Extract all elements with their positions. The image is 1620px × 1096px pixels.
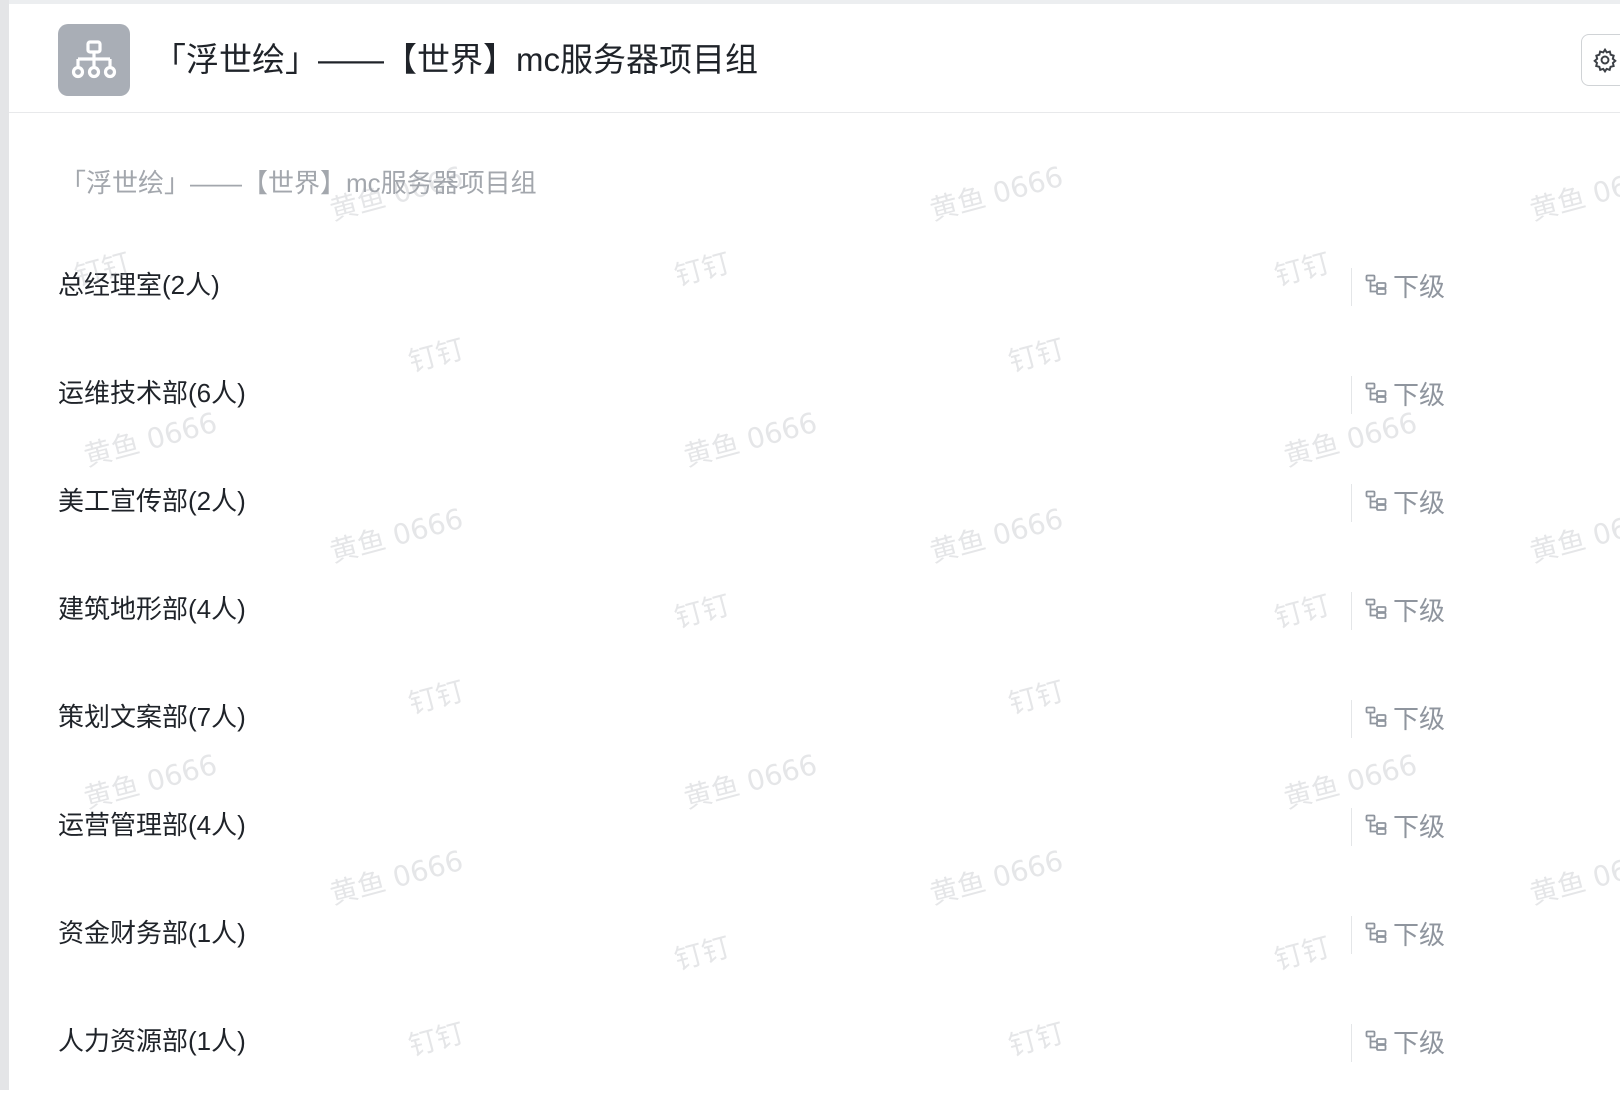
breadcrumb[interactable]: 「浮世绘」——【世界】mc服务器项目组 xyxy=(60,166,537,200)
subordinate-button[interactable]: 下级 xyxy=(1365,375,1445,411)
gear-icon xyxy=(1593,47,1617,73)
department-row[interactable]: 美工宣传部(2人) 下级 xyxy=(9,448,1620,556)
department-list: 总经理室(2人) 下级 运维技术部(6人) 下级 美工宣传部(2人) 下级 建筑… xyxy=(9,232,1620,1096)
department-name: 人力资源部(1人) xyxy=(58,1026,246,1056)
subordinate-label: 下级 xyxy=(1393,487,1446,518)
department-name: 建筑地形部(4人) xyxy=(58,594,246,624)
header: 「浮世绘」——【世界】mc服务器项目组 xyxy=(9,4,1620,113)
department-row[interactable]: 运营管理部(4人) 下级 xyxy=(9,772,1620,880)
department-name: 策划文案部(7人) xyxy=(58,702,246,732)
hierarchy-icon xyxy=(1365,598,1387,619)
subordinate-label: 下级 xyxy=(1393,919,1446,950)
subordinate-label: 下级 xyxy=(1393,379,1446,410)
subordinate-label: 下级 xyxy=(1393,595,1446,626)
subordinate-label: 下级 xyxy=(1393,271,1446,302)
hierarchy-icon xyxy=(1365,922,1387,943)
hierarchy-icon xyxy=(1365,706,1387,727)
department-row[interactable]: 运维技术部(6人) 下级 xyxy=(9,340,1620,448)
subordinate-button[interactable]: 下级 xyxy=(1365,915,1445,951)
department-row[interactable]: 建筑地形部(4人) 下级 xyxy=(9,556,1620,664)
department-row[interactable]: 总经理室(2人) 下级 xyxy=(9,232,1620,340)
watermark-name: 黄鱼 0666 xyxy=(1526,159,1620,228)
subordinate-label: 下级 xyxy=(1393,1027,1446,1058)
divider xyxy=(1351,484,1352,522)
hierarchy-icon xyxy=(1365,382,1387,403)
subordinate-button[interactable]: 下级 xyxy=(1365,699,1445,735)
divider xyxy=(1351,376,1352,414)
org-title: 「浮世绘」——【世界】mc服务器项目组 xyxy=(153,41,758,78)
department-row[interactable]: 资金财务部(1人) 下级 xyxy=(9,880,1620,988)
settings-button[interactable] xyxy=(1581,34,1620,86)
subordinate-button[interactable]: 下级 xyxy=(1365,1023,1445,1059)
divider xyxy=(1351,808,1352,846)
hierarchy-icon xyxy=(1365,274,1387,295)
divider xyxy=(1351,700,1352,738)
department-name: 总经理室(2人) xyxy=(58,270,220,300)
subordinate-button[interactable]: 下级 xyxy=(1365,591,1445,627)
subordinate-button[interactable]: 下级 xyxy=(1365,807,1445,843)
department-name: 运维技术部(6人) xyxy=(58,378,246,408)
window-left-edge xyxy=(0,0,9,1090)
divider xyxy=(1351,916,1352,954)
hierarchy-icon xyxy=(1365,490,1387,511)
subordinate-label: 下级 xyxy=(1393,811,1446,842)
watermark-name: 黄鱼 0666 xyxy=(926,159,1067,228)
divider xyxy=(1351,268,1352,306)
subordinate-button[interactable]: 下级 xyxy=(1365,483,1445,519)
department-name: 运营管理部(4人) xyxy=(58,810,246,840)
department-row[interactable]: 策划文案部(7人) 下级 xyxy=(9,664,1620,772)
org-chart-icon xyxy=(58,24,130,96)
subordinate-label: 下级 xyxy=(1393,703,1446,734)
subordinate-button[interactable]: 下级 xyxy=(1365,267,1445,303)
hierarchy-icon xyxy=(1365,814,1387,835)
hierarchy-icon xyxy=(1365,1030,1387,1051)
department-name: 美工宣传部(2人) xyxy=(58,486,246,516)
divider xyxy=(1351,592,1352,630)
department-row[interactable]: 人力资源部(1人) 下级 xyxy=(9,988,1620,1096)
department-name: 资金财务部(1人) xyxy=(58,918,246,948)
divider xyxy=(1351,1024,1352,1062)
